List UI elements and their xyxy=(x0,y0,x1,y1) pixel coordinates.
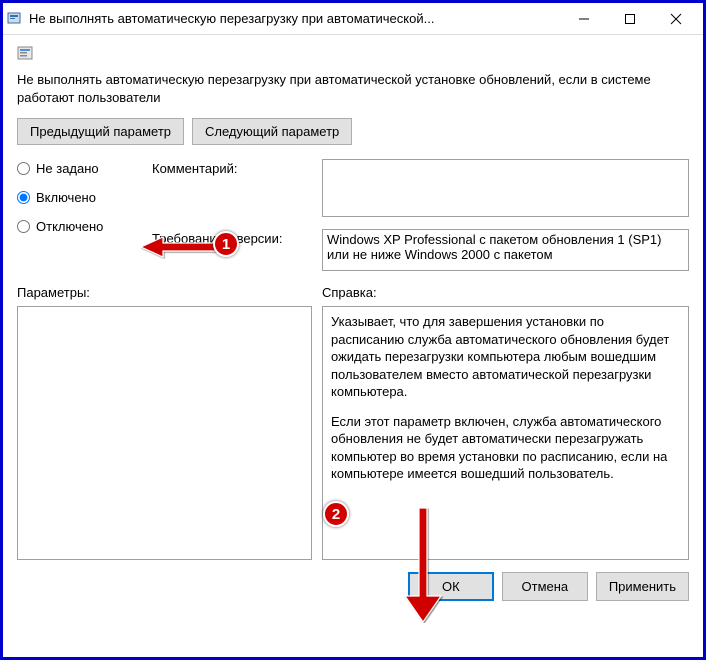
content-area: Не выполнять автоматическую перезагрузку… xyxy=(3,35,703,611)
next-setting-button[interactable]: Следующий параметр xyxy=(192,118,352,145)
maximize-icon xyxy=(624,13,636,25)
params-box xyxy=(17,306,312,560)
close-button[interactable] xyxy=(653,4,699,34)
policy-icon xyxy=(17,45,35,63)
help-paragraph-1: Указывает, что для завершения установки … xyxy=(331,313,680,401)
requirements-label: Требования к версии: xyxy=(152,229,312,246)
minimize-icon xyxy=(578,13,590,25)
prev-setting-button[interactable]: Предыдущий параметр xyxy=(17,118,184,145)
cancel-button[interactable]: Отмена xyxy=(502,572,588,601)
ok-button[interactable]: ОК xyxy=(408,572,494,601)
radio-not-configured-label: Не задано xyxy=(36,161,99,176)
radio-disabled-input[interactable] xyxy=(17,220,30,233)
apply-button[interactable]: Применить xyxy=(596,572,689,601)
app-icon xyxy=(7,11,23,27)
titlebar: Не выполнять автоматическую перезагрузку… xyxy=(3,3,703,35)
help-paragraph-2: Если этот параметр включен, служба автом… xyxy=(331,413,680,483)
radio-disabled[interactable]: Отключено xyxy=(17,219,142,234)
radio-enabled-label: Включено xyxy=(36,190,96,205)
close-icon xyxy=(670,13,682,25)
radio-enabled[interactable]: Включено xyxy=(17,190,142,205)
help-label: Справка: xyxy=(322,285,689,300)
requirements-box[interactable]: Windows XP Professional с пакетом обновл… xyxy=(322,229,689,271)
policy-description: Не выполнять автоматическую перезагрузку… xyxy=(17,71,689,106)
maximize-button[interactable] xyxy=(607,4,653,34)
window-title: Не выполнять автоматическую перезагрузку… xyxy=(29,11,561,26)
radio-enabled-input[interactable] xyxy=(17,191,30,204)
params-label: Параметры: xyxy=(17,285,312,300)
comment-label: Комментарий: xyxy=(152,159,312,176)
radio-not-configured-input[interactable] xyxy=(17,162,30,175)
radio-disabled-label: Отключено xyxy=(36,219,103,234)
minimize-button[interactable] xyxy=(561,4,607,34)
requirements-text: Windows XP Professional с пакетом обновл… xyxy=(327,232,662,262)
help-box[interactable]: Указывает, что для завершения установки … xyxy=(322,306,689,560)
radio-not-configured[interactable]: Не задано xyxy=(17,161,142,176)
comment-textarea[interactable] xyxy=(322,159,689,217)
